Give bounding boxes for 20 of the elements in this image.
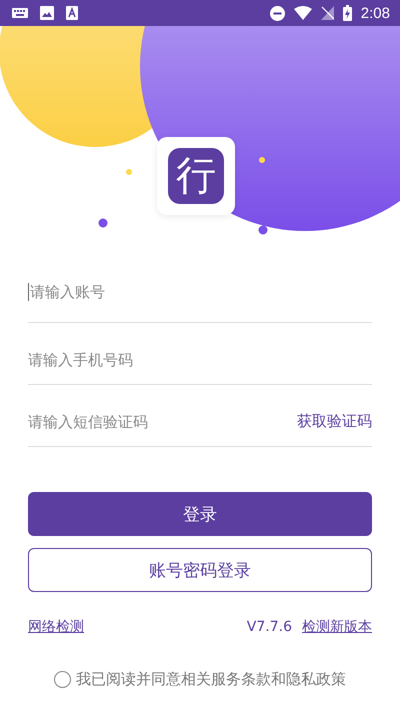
- keyboard-icon: [12, 8, 28, 18]
- agreement-radio[interactable]: [54, 671, 71, 688]
- input-field[interactable]: 请输入手机号码: [28, 350, 372, 368]
- input-field[interactable]: 请输入短信验证码: [28, 412, 297, 430]
- agreement-text: 我已阅读并同意相关服务条款和隐私政策: [76, 670, 346, 689]
- check-update-link[interactable]: 检测新版本: [302, 618, 372, 636]
- network-check-link[interactable]: 网络检测: [28, 618, 84, 636]
- wifi-icon: [294, 6, 312, 20]
- do-not-disturb-icon: [270, 6, 285, 20]
- get-code-link[interactable]: 获取验证码: [297, 412, 372, 431]
- battery-charging-icon: [342, 5, 352, 21]
- version-number: V7.7.6: [246, 619, 292, 635]
- font-icon: [66, 6, 78, 20]
- login-button[interactable]: 登录: [28, 492, 372, 536]
- password-login-button[interactable]: 账号密码登录: [28, 548, 372, 592]
- clock-time: 2:08: [360, 4, 390, 22]
- no-signal-icon: [320, 6, 334, 20]
- image-icon: [40, 6, 54, 20]
- logo-character: 行: [168, 148, 224, 204]
- input-field[interactable]: 请输入账号: [28, 283, 372, 301]
